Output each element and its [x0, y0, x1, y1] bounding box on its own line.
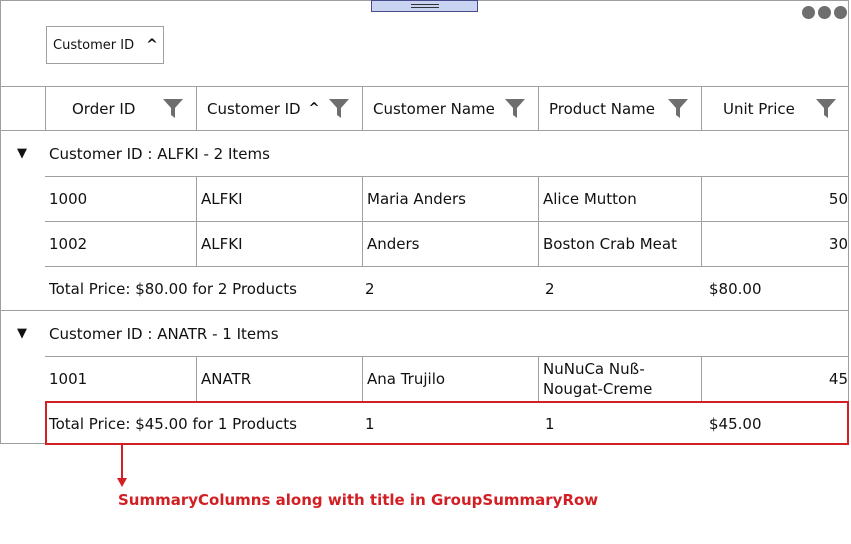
collapse-triangle-icon[interactable]: ▼	[17, 326, 27, 341]
annotation-arrow	[121, 445, 123, 480]
table-row[interactable]: 1000 ALFKI Maria Anders Alice Mutton 50	[45, 176, 849, 221]
group-chip-label: Customer ID	[53, 37, 135, 53]
highlight-box	[45, 401, 849, 445]
summary-customer-name-count: 2	[365, 280, 375, 298]
column-header-customer-id[interactable]: Customer ID ^	[196, 87, 362, 130]
cell-order-id[interactable]: 1000	[45, 177, 196, 221]
group-by-chip-customer-id[interactable]: Customer ID ^	[46, 26, 164, 64]
resize-handle[interactable]	[371, 0, 478, 12]
filter-icon[interactable]	[163, 98, 183, 118]
cell-product-name[interactable]: NuNuCa Nuß-Nougat-Creme	[538, 357, 701, 401]
cell-customer-name[interactable]: Anders	[362, 222, 538, 266]
cell-product-name[interactable]: Boston Crab Meat	[538, 222, 701, 266]
column-header-product-name[interactable]: Product Name	[538, 87, 701, 130]
filter-icon[interactable]	[329, 98, 349, 118]
cell-product-name[interactable]: Alice Mutton	[538, 177, 701, 221]
cell-unit-price[interactable]: 45	[701, 357, 849, 401]
summary-unit-price-total: $80.00	[709, 280, 762, 298]
column-header-label: Order ID	[72, 99, 136, 118]
column-header-label: Customer Name	[373, 99, 495, 118]
sort-ascending-icon: ^	[146, 37, 158, 53]
column-header-customer-name[interactable]: Customer Name	[362, 87, 538, 130]
summary-product-name-count: 2	[545, 280, 555, 298]
sort-ascending-icon: ^	[308, 101, 320, 116]
cell-order-id[interactable]: 1001	[45, 357, 196, 401]
table-row[interactable]: 1001 ANATR Ana Trujilo NuNuCa Nuß-Nougat…	[45, 356, 849, 401]
column-header-order-id[interactable]: Order ID	[45, 87, 196, 130]
group-caption-row[interactable]: ▼ Customer ID : ALFKI - 2 Items	[0, 131, 849, 176]
summary-title: Total Price: $80.00 for 2 Products	[49, 280, 297, 298]
group-caption-text: Customer ID : ALFKI - 2 Items	[49, 144, 270, 163]
more-options-icon[interactable]	[802, 6, 847, 19]
filter-icon[interactable]	[816, 98, 836, 118]
cell-customer-name[interactable]: Ana Trujilo	[362, 357, 538, 401]
column-header-label: Unit Price	[723, 99, 795, 118]
filter-icon[interactable]	[505, 98, 525, 118]
annotation-arrowhead	[117, 478, 127, 487]
group-summary-row: Total Price: $80.00 for 2 Products 2 2 $…	[45, 266, 849, 311]
table-row[interactable]: 1002 ALFKI Anders Boston Crab Meat 30	[45, 221, 849, 266]
cell-customer-id[interactable]: ALFKI	[196, 177, 362, 221]
cell-order-id[interactable]: 1002	[45, 222, 196, 266]
cell-customer-id[interactable]: ALFKI	[196, 222, 362, 266]
filter-icon[interactable]	[668, 98, 688, 118]
column-header-label: Product Name	[549, 99, 655, 118]
cell-customer-id[interactable]: ANATR	[196, 357, 362, 401]
column-header-label: Customer ID	[207, 99, 301, 118]
column-header-row: Order ID Customer ID ^ Customer Name Pro…	[0, 86, 849, 131]
cell-unit-price[interactable]: 30	[701, 222, 849, 266]
cell-unit-price[interactable]: 50	[701, 177, 849, 221]
group-caption-text: Customer ID : ANATR - 1 Items	[49, 324, 279, 343]
collapse-triangle-icon[interactable]: ▼	[17, 146, 27, 161]
column-header-unit-price[interactable]: Unit Price	[701, 87, 849, 130]
annotation-text: SummaryColumns along with title in Group…	[118, 491, 599, 509]
group-caption-row[interactable]: ▼ Customer ID : ANATR - 1 Items	[0, 311, 849, 356]
cell-customer-name[interactable]: Maria Anders	[362, 177, 538, 221]
